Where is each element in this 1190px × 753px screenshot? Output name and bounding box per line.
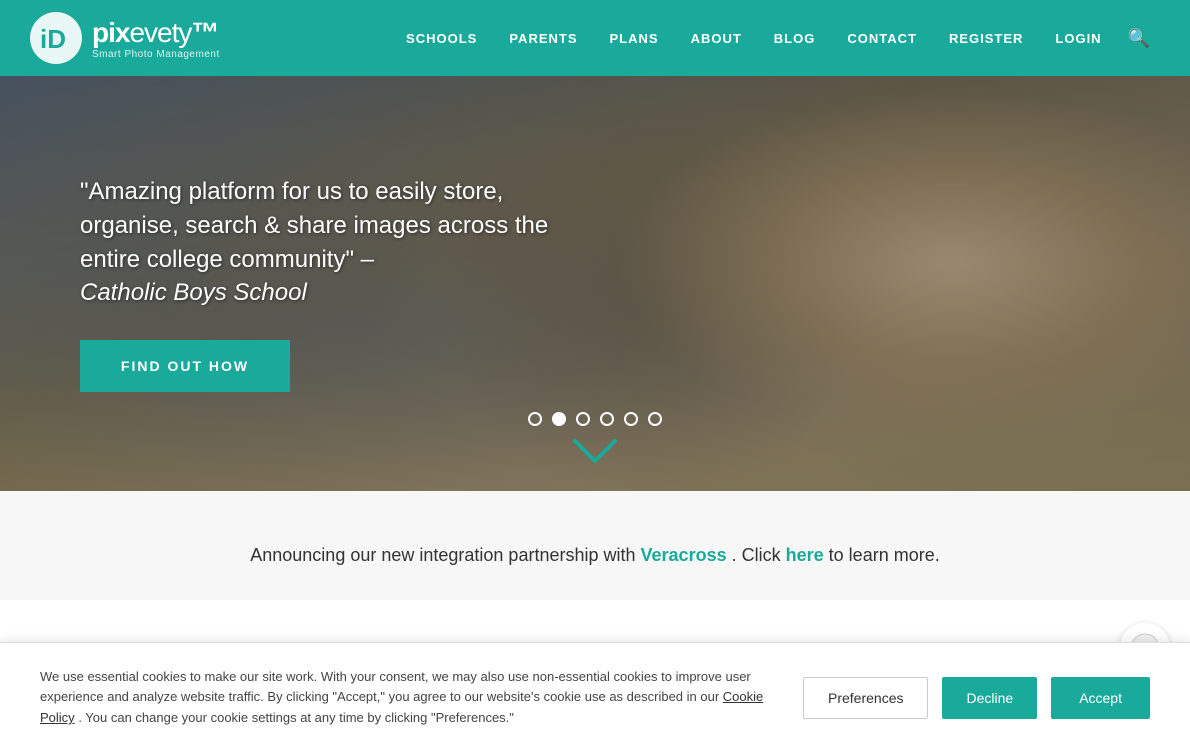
veracross-link[interactable]: Veracross: [641, 545, 727, 565]
logo-icon: iD: [30, 12, 82, 64]
nav-blog[interactable]: BLOG: [758, 0, 832, 76]
nav-parents[interactable]: PARENTS: [493, 0, 593, 76]
logo-pix: pix: [92, 17, 129, 48]
decline-button[interactable]: Decline: [942, 677, 1037, 719]
hero-quote-text: "Amazing platform for us to easily store…: [80, 178, 548, 272]
hero-section: "Amazing platform for us to easily store…: [0, 76, 1190, 491]
nav-schools[interactable]: SCHOOLS: [390, 0, 493, 76]
logo-brand: pixevety™: [92, 17, 220, 49]
logo-tagline: Smart Photo Management: [92, 49, 220, 60]
search-icon: 🔍: [1128, 28, 1150, 49]
nav-contact[interactable]: CONTACT: [831, 0, 933, 76]
announcement-text: Announcing our new integration partnersh…: [20, 541, 1170, 570]
main-nav: SCHOOLS PARENTS PLANS ABOUT BLOG CONTACT…: [390, 0, 1160, 76]
cookie-buttons: Preferences Decline Accept: [803, 677, 1150, 719]
preferences-button[interactable]: Preferences: [803, 677, 928, 719]
logo-evety: evety: [129, 17, 191, 48]
cookie-banner: We use essential cookies to make our sit…: [0, 642, 1190, 753]
cookie-end-text: . You can change your cookie settings at…: [78, 710, 514, 725]
hero-cta-button[interactable]: FIND OUT HOW: [80, 340, 290, 392]
hero-dot-2[interactable]: [552, 412, 566, 426]
nav-about[interactable]: ABOUT: [675, 0, 758, 76]
nav-plans[interactable]: PLANS: [594, 0, 675, 76]
hero-quote-attribution: Catholic Boys School: [80, 279, 307, 306]
header: iD pixevety™ Smart Photo Management SCHO…: [0, 0, 1190, 76]
here-link[interactable]: here: [786, 545, 824, 565]
cookie-main-text: We use essential cookies to make our sit…: [40, 669, 751, 705]
accept-button[interactable]: Accept: [1051, 677, 1150, 719]
search-button[interactable]: 🔍: [1118, 0, 1160, 76]
announcement-prefix: Announcing our new integration partnersh…: [250, 545, 635, 565]
cookie-text: We use essential cookies to make our sit…: [40, 667, 773, 729]
logo-area: iD pixevety™ Smart Photo Management: [30, 12, 220, 64]
hero-dot-4[interactable]: [600, 412, 614, 426]
nav-register[interactable]: REGISTER: [933, 0, 1039, 76]
hero-dot-6[interactable]: [648, 412, 662, 426]
hero-dot-3[interactable]: [576, 412, 590, 426]
hero-dots: [528, 412, 662, 426]
hero-dot-1[interactable]: [528, 412, 542, 426]
nav-login[interactable]: LOGIN: [1039, 0, 1117, 76]
logo-text: pixevety™ Smart Photo Management: [92, 17, 220, 60]
announcement-middle: . Click: [732, 545, 781, 565]
announcement-suffix: to learn more.: [829, 545, 940, 565]
hero-quote: "Amazing platform for us to easily store…: [80, 175, 560, 309]
hero-dot-5[interactable]: [624, 412, 638, 426]
hero-content: "Amazing platform for us to easily store…: [0, 76, 1190, 491]
scroll-down-chevron[interactable]: [570, 436, 620, 471]
announcement-section: Announcing our new integration partnersh…: [0, 491, 1190, 600]
svg-text:iD: iD: [40, 24, 66, 54]
